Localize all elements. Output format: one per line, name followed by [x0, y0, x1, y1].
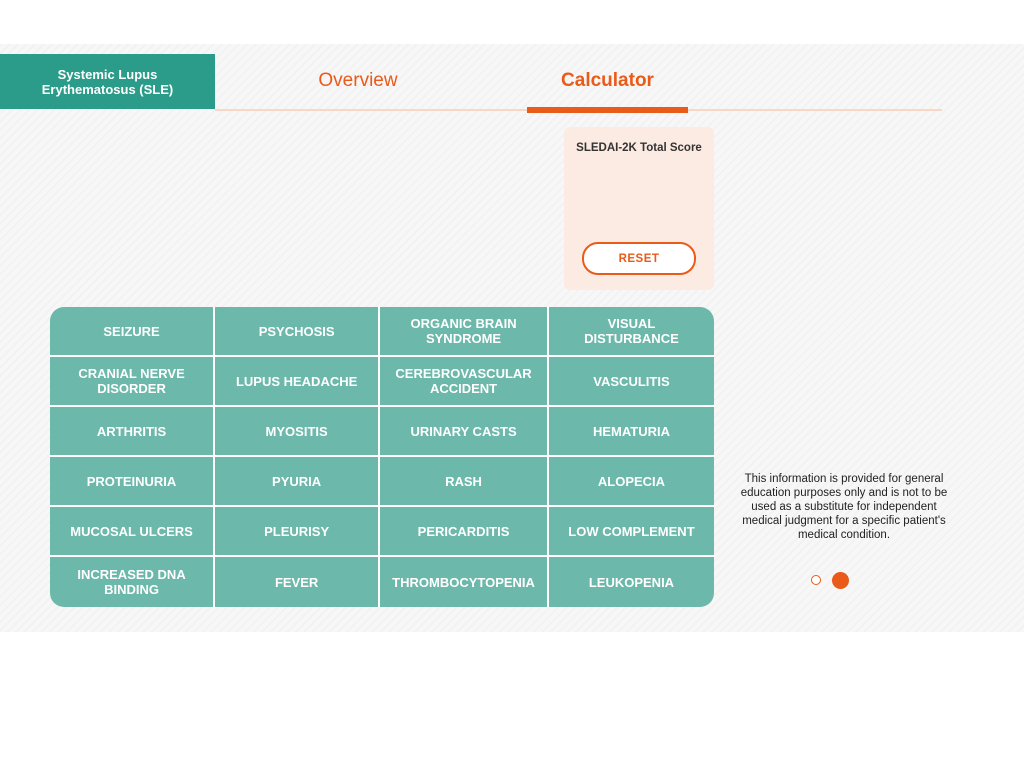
score-panel: SLEDAI-2K Total Score RESET — [564, 127, 714, 290]
criterion-button[interactable]: INCREASED DNA BINDING — [50, 557, 216, 607]
criterion-button[interactable]: LUPUS HEADACHE — [215, 357, 381, 407]
criterion-button[interactable]: PERICARDITIS — [380, 507, 549, 557]
criterion-button[interactable]: MYOSITIS — [215, 407, 381, 457]
tab-overview[interactable]: Overview — [280, 70, 436, 100]
criterion-button[interactable]: LEUKOPENIA — [549, 557, 714, 607]
active-tab-indicator — [527, 107, 688, 113]
disclaimer-text: This information is provided for general… — [740, 473, 948, 541]
criteria-grid: SEIZURE PSYCHOSIS ORGANIC BRAIN SYNDROME… — [50, 307, 714, 607]
criterion-button[interactable]: LOW COMPLEMENT — [548, 507, 714, 557]
criterion-button[interactable]: URINARY CASTS — [380, 407, 549, 457]
reset-button[interactable]: RESET — [582, 242, 696, 275]
criterion-button[interactable]: MUCOSAL ULCERS — [50, 507, 216, 557]
criterion-button[interactable]: RASH — [380, 457, 549, 507]
criterion-button[interactable]: HEMATURIA — [548, 407, 714, 457]
criterion-button[interactable]: PROTEINURIA — [50, 457, 216, 507]
criterion-button[interactable]: VISUAL DISTURBANCE — [548, 307, 714, 357]
criterion-button[interactable]: PSYCHOSIS — [215, 307, 381, 357]
criterion-button[interactable]: PYURIA — [215, 457, 381, 507]
page-dot-2-active[interactable] — [832, 572, 849, 589]
criterion-button[interactable]: ALOPECIA — [548, 457, 714, 507]
criterion-button[interactable]: PLEURISY — [215, 507, 381, 557]
criterion-button[interactable]: ARTHRITIS — [50, 407, 216, 457]
tab-calculator[interactable]: Calculator — [527, 70, 688, 100]
criterion-button[interactable]: THROMBOCYTOPENIA — [380, 557, 549, 607]
criterion-button[interactable]: CRANIAL NERVE DISORDER — [50, 357, 216, 407]
page-title: Systemic Lupus Erythematosus (SLE) — [0, 54, 215, 109]
criterion-button[interactable]: SEIZURE — [50, 307, 216, 357]
criterion-button[interactable]: ORGANIC BRAIN SYNDROME — [380, 307, 549, 357]
criterion-button[interactable]: VASCULITIS — [548, 357, 714, 407]
criterion-button[interactable]: CEREBROVASCULAR ACCIDENT — [380, 357, 549, 407]
score-label: SLEDAI-2K Total Score — [576, 142, 702, 154]
page-title-text: Systemic Lupus Erythematosus (SLE) — [41, 66, 174, 97]
page-dot-1[interactable] — [811, 575, 821, 585]
criterion-button[interactable]: FEVER — [215, 557, 381, 607]
